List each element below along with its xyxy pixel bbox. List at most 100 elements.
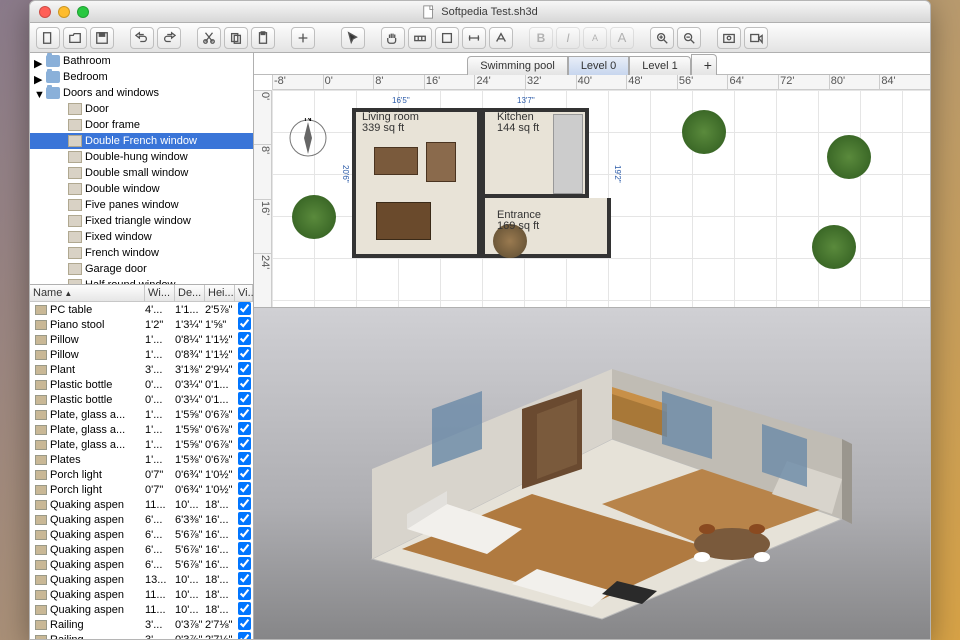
- furniture-row[interactable]: Porch light0'7"0'6¾"1'0½": [30, 482, 253, 497]
- redo-button[interactable]: [157, 27, 181, 49]
- level-tab[interactable]: Swimming pool: [467, 56, 568, 75]
- catalog-item[interactable]: Garage door: [30, 261, 253, 277]
- open-button[interactable]: [63, 27, 87, 49]
- paste-button[interactable]: [251, 27, 275, 49]
- visible-checkbox[interactable]: [238, 557, 251, 570]
- visible-checkbox[interactable]: [238, 512, 251, 525]
- furniture-row[interactable]: Plate, glass a...1'...1'5⅝"0'6⅞": [30, 407, 253, 422]
- select-tool[interactable]: [341, 27, 365, 49]
- level-tab[interactable]: Level 0: [568, 56, 629, 75]
- catalog-folder[interactable]: ▼Doors and windows: [30, 85, 253, 101]
- room-tool[interactable]: [435, 27, 459, 49]
- visible-checkbox[interactable]: [238, 437, 251, 450]
- plan-canvas[interactable]: N Living room339 sq ft: [272, 90, 930, 307]
- col-visible[interactable]: Vi...: [235, 285, 253, 301]
- furniture-row[interactable]: Pillow1'...0'8¼"1'1½": [30, 332, 253, 347]
- furniture-row[interactable]: Quaking aspen11...10'...18'...: [30, 602, 253, 617]
- col-name[interactable]: Name: [33, 287, 62, 299]
- zoom-in-button[interactable]: [650, 27, 674, 49]
- furniture-row[interactable]: Railing3'...0'3⅞"2'7⅛": [30, 617, 253, 632]
- catalog-item[interactable]: Double French window: [30, 133, 253, 149]
- furniture-row[interactable]: Plate, glass a...1'...1'5⅝"0'6⅞": [30, 437, 253, 452]
- visible-checkbox[interactable]: [238, 482, 251, 495]
- furniture-row[interactable]: Porch light0'7"0'6¾"1'0½": [30, 467, 253, 482]
- furniture-row[interactable]: Quaking aspen6'...5'6⅞"16'...: [30, 527, 253, 542]
- col-depth[interactable]: De...: [175, 285, 205, 301]
- furniture-row[interactable]: Quaking aspen6'...5'6⅞"16'...: [30, 542, 253, 557]
- italic-button[interactable]: I: [556, 27, 580, 49]
- furniture-row[interactable]: Plate, glass a...1'...1'5⅝"0'6⅞": [30, 422, 253, 437]
- catalog-item[interactable]: Door frame: [30, 117, 253, 133]
- new-button[interactable]: [36, 27, 60, 49]
- visible-checkbox[interactable]: [238, 632, 251, 640]
- undo-button[interactable]: [130, 27, 154, 49]
- visible-checkbox[interactable]: [238, 377, 251, 390]
- tree-icon[interactable]: [827, 135, 871, 179]
- save-button[interactable]: [90, 27, 114, 49]
- furniture-row[interactable]: Plastic bottle0'...0'3¼"0'1...: [30, 377, 253, 392]
- visible-checkbox[interactable]: [238, 542, 251, 555]
- catalog-item[interactable]: Door: [30, 101, 253, 117]
- add-furniture-button[interactable]: [291, 27, 315, 49]
- catalog-item[interactable]: Fixed triangle window: [30, 213, 253, 229]
- compass-icon[interactable]: N: [288, 118, 328, 158]
- wall-tool[interactable]: [408, 27, 432, 49]
- cabinet-icon[interactable]: [426, 142, 456, 182]
- visible-checkbox[interactable]: [238, 617, 251, 630]
- visible-checkbox[interactable]: [238, 392, 251, 405]
- furniture-row[interactable]: Plant3'...3'1⅜"2'9¼": [30, 362, 253, 377]
- photo-button[interactable]: [717, 27, 741, 49]
- furniture-row[interactable]: Plates1'...1'5⅜"0'6⅞": [30, 452, 253, 467]
- font-smaller-button[interactable]: A: [583, 27, 607, 49]
- visible-checkbox[interactable]: [238, 317, 251, 330]
- text-tool[interactable]: [489, 27, 513, 49]
- tree-icon[interactable]: [292, 195, 336, 239]
- copy-button[interactable]: [224, 27, 248, 49]
- furniture-row[interactable]: Railing3'...0'3⅞"2'7⅛": [30, 632, 253, 639]
- furniture-list[interactable]: PC table4'...1'1...2'5⅞"Piano stool1'2"1…: [30, 302, 253, 639]
- tree-icon[interactable]: [812, 225, 856, 269]
- col-height[interactable]: Hei...: [205, 285, 235, 301]
- visible-checkbox[interactable]: [238, 602, 251, 615]
- zoom-out-button[interactable]: [677, 27, 701, 49]
- visible-checkbox[interactable]: [238, 422, 251, 435]
- furniture-row[interactable]: Quaking aspen13...10'...18'...: [30, 572, 253, 587]
- table-icon[interactable]: [376, 202, 431, 240]
- catalog-item[interactable]: Double-hung window: [30, 149, 253, 165]
- catalog-item[interactable]: Double small window: [30, 165, 253, 181]
- font-bigger-button[interactable]: A: [610, 27, 634, 49]
- visible-checkbox[interactable]: [238, 467, 251, 480]
- catalog-folder[interactable]: ▶Bedroom: [30, 69, 253, 85]
- furniture-row[interactable]: Plastic bottle0'...0'3¼"0'1...: [30, 392, 253, 407]
- furniture-row[interactable]: Quaking aspen11...10'...18'...: [30, 587, 253, 602]
- cut-button[interactable]: [197, 27, 221, 49]
- furniture-row[interactable]: Quaking aspen11...10'...18'...: [30, 497, 253, 512]
- level-tab[interactable]: Level 1: [629, 56, 690, 75]
- furniture-row[interactable]: Pillow1'...0'8¾"1'1½": [30, 347, 253, 362]
- visible-checkbox[interactable]: [238, 332, 251, 345]
- catalog-item[interactable]: Double window: [30, 181, 253, 197]
- catalog-item[interactable]: French window: [30, 245, 253, 261]
- tree-icon[interactable]: [682, 110, 726, 154]
- visible-checkbox[interactable]: [238, 347, 251, 360]
- video-button[interactable]: [744, 27, 768, 49]
- plan-2d-view[interactable]: -8'0'8'16'24'32'40'48'56'64'72'80'84' 0'…: [254, 75, 930, 308]
- visible-checkbox[interactable]: [238, 587, 251, 600]
- counter-icon[interactable]: [553, 114, 583, 194]
- furniture-row[interactable]: Quaking aspen6'...6'3⅜"16'...: [30, 512, 253, 527]
- dimension-tool[interactable]: [462, 27, 486, 49]
- catalog-item[interactable]: Five panes window: [30, 197, 253, 213]
- furniture-catalog-tree[interactable]: ▶Bathroom▶Bedroom▼Doors and windowsDoorD…: [30, 53, 253, 285]
- catalog-folder[interactable]: ▶Bathroom: [30, 53, 253, 69]
- visible-checkbox[interactable]: [238, 452, 251, 465]
- visible-checkbox[interactable]: [238, 527, 251, 540]
- visible-checkbox[interactable]: [238, 362, 251, 375]
- catalog-item[interactable]: Half round window: [30, 277, 253, 285]
- pan-tool[interactable]: [381, 27, 405, 49]
- visible-checkbox[interactable]: [238, 497, 251, 510]
- furniture-row[interactable]: PC table4'...1'1...2'5⅞": [30, 302, 253, 317]
- sofa-icon[interactable]: [374, 147, 418, 175]
- col-width[interactable]: Wi...: [145, 285, 175, 301]
- catalog-item[interactable]: Fixed window: [30, 229, 253, 245]
- furniture-list-header[interactable]: Name ▲ Wi... De... Hei... Vi...: [30, 285, 253, 302]
